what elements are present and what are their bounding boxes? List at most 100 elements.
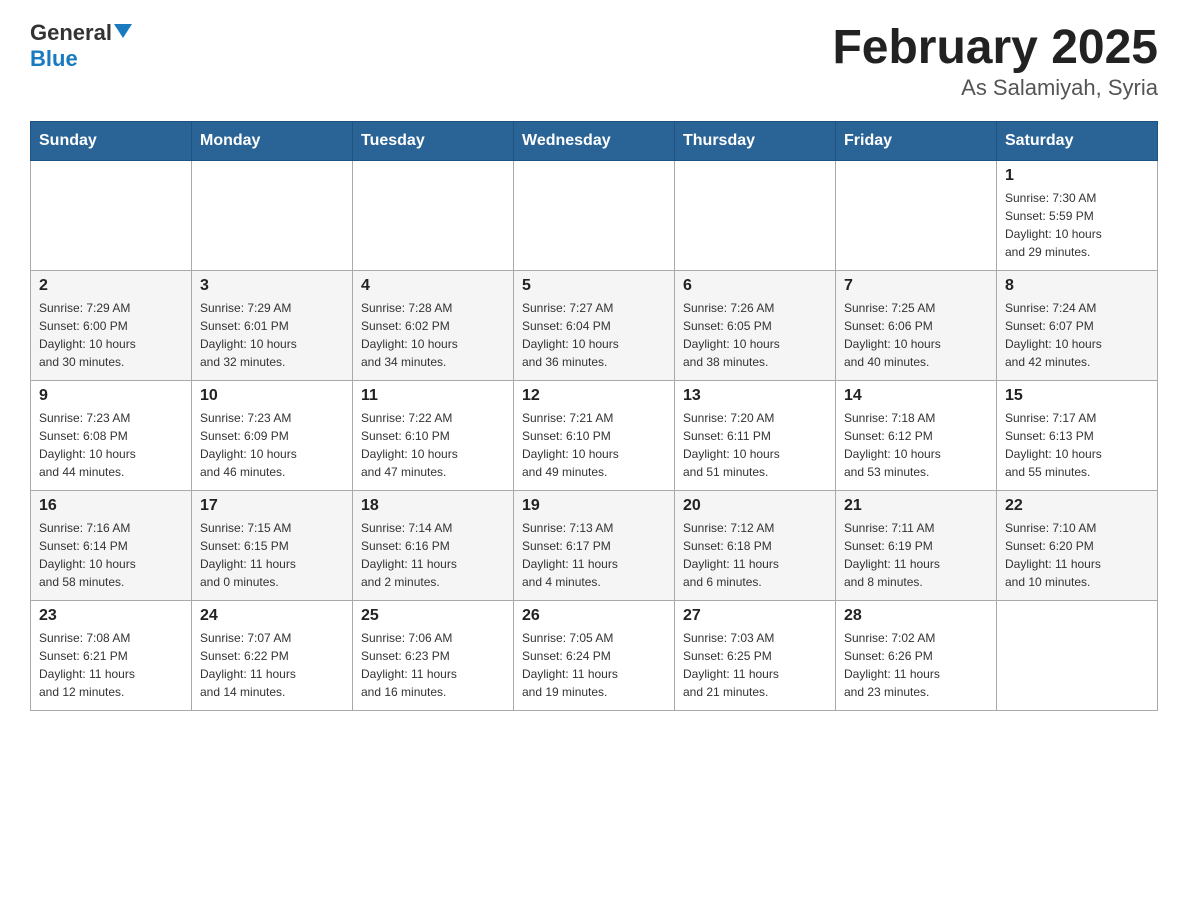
table-row: 7 Sunrise: 7:25 AMSunset: 6:06 PMDaylight… <box>836 271 997 381</box>
table-row: 5 Sunrise: 7:27 AMSunset: 6:04 PMDaylight… <box>514 271 675 381</box>
table-row: 11Sunrise: 7:22 AMSunset: 6:10 PMDayligh… <box>353 381 514 491</box>
day-number: 4 <box>361 277 505 295</box>
calendar-week-row: 23 Sunrise: 7:08 AMSunset: 6:21 PMDayligh… <box>31 601 1158 711</box>
day-info: Sunrise: 7:25 AMSunset: 6:06 PMDaylight:… <box>844 299 988 371</box>
table-row: 1Sunrise: 7:30 AMSunset: 5:59 PMDaylight… <box>997 161 1158 271</box>
day-number: 23 <box>39 607 183 625</box>
day-info: Sunrise: 7:02 AMSunset: 6:26 PMDaylight:… <box>844 629 988 701</box>
day-number: 5 <box>522 277 666 295</box>
table-row: 24 Sunrise: 7:07 AMSunset: 6:22 PMDayligh… <box>192 601 353 711</box>
day-number: 1 <box>1005 167 1149 185</box>
day-number: 17 <box>200 497 344 515</box>
day-info: Sunrise: 7:21 AMSunset: 6:10 PMDaylight:… <box>522 409 666 481</box>
table-row: 21 Sunrise: 7:11 AMSunset: 6:19 PMDayligh… <box>836 491 997 601</box>
table-row: 4 Sunrise: 7:28 AMSunset: 6:02 PMDaylight… <box>353 271 514 381</box>
day-number: 18 <box>361 497 505 515</box>
table-row: 10Sunrise: 7:23 AMSunset: 6:09 PMDayligh… <box>192 381 353 491</box>
table-row: 18 Sunrise: 7:14 AMSunset: 6:16 PMDayligh… <box>353 491 514 601</box>
table-row: 17 Sunrise: 7:15 AMSunset: 6:15 PMDayligh… <box>192 491 353 601</box>
day-number: 14 <box>844 387 988 405</box>
day-number: 25 <box>361 607 505 625</box>
table-row <box>514 161 675 271</box>
day-number: 6 <box>683 277 827 295</box>
day-info: Sunrise: 7:29 AMSunset: 6:00 PMDaylight:… <box>39 299 183 371</box>
day-number: 28 <box>844 607 988 625</box>
table-row: 2 Sunrise: 7:29 AMSunset: 6:00 PMDaylight… <box>31 271 192 381</box>
table-row: 8 Sunrise: 7:24 AMSunset: 6:07 PMDaylight… <box>997 271 1158 381</box>
day-info: Sunrise: 7:08 AMSunset: 6:21 PMDaylight:… <box>39 629 183 701</box>
day-info: Sunrise: 7:13 AMSunset: 6:17 PMDaylight:… <box>522 519 666 591</box>
day-info: Sunrise: 7:11 AMSunset: 6:19 PMDaylight:… <box>844 519 988 591</box>
table-row: 20 Sunrise: 7:12 AMSunset: 6:18 PMDayligh… <box>675 491 836 601</box>
day-number: 26 <box>522 607 666 625</box>
day-number: 20 <box>683 497 827 515</box>
header-tuesday: Tuesday <box>353 122 514 161</box>
table-row: 27 Sunrise: 7:03 AMSunset: 6:25 PMDayligh… <box>675 601 836 711</box>
day-info: Sunrise: 7:23 AMSunset: 6:08 PMDaylight:… <box>39 409 183 481</box>
day-info: Sunrise: 7:16 AMSunset: 6:14 PMDaylight:… <box>39 519 183 591</box>
table-row <box>836 161 997 271</box>
day-info: Sunrise: 7:29 AMSunset: 6:01 PMDaylight:… <box>200 299 344 371</box>
day-info: Sunrise: 7:24 AMSunset: 6:07 PMDaylight:… <box>1005 299 1149 371</box>
calendar-title: February 2025 <box>832 20 1158 75</box>
day-info: Sunrise: 7:14 AMSunset: 6:16 PMDaylight:… <box>361 519 505 591</box>
table-row: 6 Sunrise: 7:26 AMSunset: 6:05 PMDaylight… <box>675 271 836 381</box>
table-row <box>192 161 353 271</box>
day-number: 24 <box>200 607 344 625</box>
table-row: 3 Sunrise: 7:29 AMSunset: 6:01 PMDaylight… <box>192 271 353 381</box>
logo-general-text: General <box>30 20 112 46</box>
table-row: 22 Sunrise: 7:10 AMSunset: 6:20 PMDayligh… <box>997 491 1158 601</box>
day-info: Sunrise: 7:20 AMSunset: 6:11 PMDaylight:… <box>683 409 827 481</box>
table-row <box>31 161 192 271</box>
day-info: Sunrise: 7:12 AMSunset: 6:18 PMDaylight:… <box>683 519 827 591</box>
table-row: 23 Sunrise: 7:08 AMSunset: 6:21 PMDayligh… <box>31 601 192 711</box>
day-number: 2 <box>39 277 183 295</box>
table-row: 15 Sunrise: 7:17 AMSunset: 6:13 PMDayligh… <box>997 381 1158 491</box>
day-info: Sunrise: 7:03 AMSunset: 6:25 PMDaylight:… <box>683 629 827 701</box>
header-wednesday: Wednesday <box>514 122 675 161</box>
table-row <box>997 601 1158 711</box>
logo-arrow-icon <box>114 24 132 38</box>
page-header: General Blue February 2025 As Salamiyah,… <box>30 20 1158 101</box>
title-block: February 2025 As Salamiyah, Syria <box>832 20 1158 101</box>
day-number: 7 <box>844 277 988 295</box>
table-row: 25Sunrise: 7:06 AMSunset: 6:23 PMDayligh… <box>353 601 514 711</box>
day-number: 9 <box>39 387 183 405</box>
header-friday: Friday <box>836 122 997 161</box>
header-monday: Monday <box>192 122 353 161</box>
day-info: Sunrise: 7:27 AMSunset: 6:04 PMDaylight:… <box>522 299 666 371</box>
table-row <box>675 161 836 271</box>
table-row: 28 Sunrise: 7:02 AMSunset: 6:26 PMDayligh… <box>836 601 997 711</box>
logo: General Blue <box>30 20 132 72</box>
day-number: 22 <box>1005 497 1149 515</box>
day-number: 12 <box>522 387 666 405</box>
day-number: 21 <box>844 497 988 515</box>
calendar-week-row: 16 Sunrise: 7:16 AMSunset: 6:14 PMDayligh… <box>31 491 1158 601</box>
header-saturday: Saturday <box>997 122 1158 161</box>
table-row: 26Sunrise: 7:05 AMSunset: 6:24 PMDayligh… <box>514 601 675 711</box>
day-info: Sunrise: 7:15 AMSunset: 6:15 PMDaylight:… <box>200 519 344 591</box>
day-number: 3 <box>200 277 344 295</box>
day-info: Sunrise: 7:28 AMSunset: 6:02 PMDaylight:… <box>361 299 505 371</box>
day-number: 19 <box>522 497 666 515</box>
table-row: 12 Sunrise: 7:21 AMSunset: 6:10 PMDayligh… <box>514 381 675 491</box>
day-info: Sunrise: 7:18 AMSunset: 6:12 PMDaylight:… <box>844 409 988 481</box>
table-row: 19 Sunrise: 7:13 AMSunset: 6:17 PMDayligh… <box>514 491 675 601</box>
day-info: Sunrise: 7:26 AMSunset: 6:05 PMDaylight:… <box>683 299 827 371</box>
calendar-header-row: Sunday Monday Tuesday Wednesday Thursday… <box>31 122 1158 161</box>
logo-blue-text: Blue <box>30 46 78 71</box>
day-number: 8 <box>1005 277 1149 295</box>
calendar-subtitle: As Salamiyah, Syria <box>832 75 1158 101</box>
day-number: 15 <box>1005 387 1149 405</box>
day-info: Sunrise: 7:17 AMSunset: 6:13 PMDaylight:… <box>1005 409 1149 481</box>
day-number: 16 <box>39 497 183 515</box>
day-number: 11 <box>361 387 505 405</box>
header-sunday: Sunday <box>31 122 192 161</box>
day-info: Sunrise: 7:10 AMSunset: 6:20 PMDaylight:… <box>1005 519 1149 591</box>
day-info: Sunrise: 7:07 AMSunset: 6:22 PMDaylight:… <box>200 629 344 701</box>
header-thursday: Thursday <box>675 122 836 161</box>
calendar-week-row: 2 Sunrise: 7:29 AMSunset: 6:00 PMDaylight… <box>31 271 1158 381</box>
day-number: 27 <box>683 607 827 625</box>
table-row: 9 Sunrise: 7:23 AMSunset: 6:08 PMDaylight… <box>31 381 192 491</box>
table-row: 14 Sunrise: 7:18 AMSunset: 6:12 PMDayligh… <box>836 381 997 491</box>
